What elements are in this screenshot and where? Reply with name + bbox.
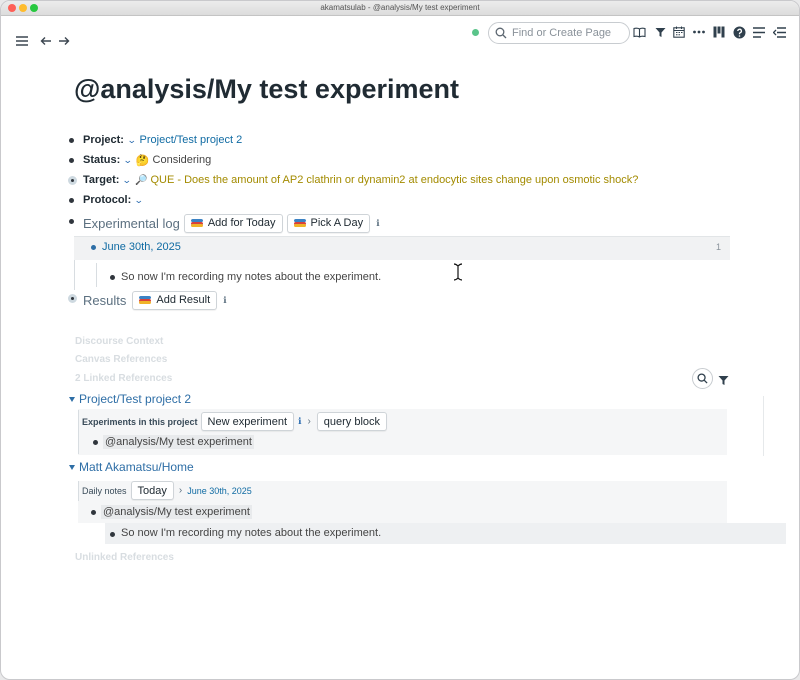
experiments-query-row: Experiments in this project New experime… [82,412,388,431]
search-box[interactable]: Find or Create Page [488,22,630,44]
roam-logo-icon [139,296,152,304]
indent-guide [74,260,75,290]
today-button[interactable]: Today [130,481,174,500]
bullet[interactable] [69,138,74,143]
divider [763,396,764,456]
attribute-label: Protocol: [83,194,132,206]
linked-references-heading[interactable]: 2 Linked References [75,373,172,384]
results-row: Results Add Result ℹ [83,290,227,310]
button-label: Add Result [156,294,211,306]
info-icon[interactable]: ℹ [223,295,226,306]
attribute-label: Target: [83,174,120,186]
search-placeholder: Find or Create Page [512,27,612,39]
book-icon[interactable] [632,25,646,39]
search-icon [495,27,507,39]
indent-guide [96,263,97,287]
top-bar: Find or Create Page [1,16,799,50]
query-block-button[interactable]: query block [316,412,388,431]
log-note-block[interactable]: So now I'm recording my notes about the … [121,271,381,283]
caret-down-icon[interactable] [69,397,75,402]
collapsed-bullet[interactable] [68,176,77,185]
daily-notes-breadcrumb: Daily notes Today › June 30th, 2025 [82,481,252,500]
arrow-right-icon: › [307,416,311,427]
bullet[interactable] [69,158,74,163]
calendar-icon[interactable] [672,25,686,39]
new-experiment-button[interactable]: New experiment [200,412,295,431]
search-icon [697,373,708,384]
experimental-log-heading: Experimental log [83,215,180,231]
button-label: Pick A Day [310,217,364,229]
indent-guide [78,410,79,454]
info-icon[interactable]: ℹ [298,416,301,427]
ref-child-block[interactable]: So now I'm recording my notes about the … [121,527,381,539]
attribute-label: Status: [83,154,121,166]
filter-icon[interactable] [718,373,729,391]
attribute-row-target: Target: ⌄ 🔎 QUE - Does the amount of AP2… [83,171,638,189]
query-label: Experiments in this project [82,416,198,427]
arrow-right-icon: › [178,485,183,496]
help-icon[interactable] [732,25,746,39]
status-value[interactable]: Considering [153,154,212,166]
bullet[interactable] [93,440,98,445]
right-sidebar-icon[interactable] [772,25,786,39]
project-link[interactable]: Project/Test project 2 [140,134,243,146]
collapsed-bullet[interactable] [68,294,77,303]
attribute-row-protocol: Protocol: ⌄ [83,191,147,209]
filter-icon[interactable] [653,25,667,39]
results-heading: Results [83,292,127,308]
indent-guide [78,481,79,501]
chevron-down-icon[interactable]: ⌄ [123,155,133,166]
ref-page-block[interactable]: @analysis/My test experiment [101,505,252,519]
bullet[interactable] [69,219,74,224]
pick-a-day-button[interactable]: Pick A Day [286,213,371,233]
canvas-references-heading[interactable]: Canvas References [75,354,167,365]
magnifier-emoji-icon: 🔎 [135,174,148,186]
bullet[interactable] [91,245,96,250]
roam-logo-icon [293,219,306,227]
bullet[interactable] [110,275,115,280]
sidebar-columns-icon[interactable] [712,25,726,39]
unlinked-references-heading[interactable]: Unlinked References [75,552,174,563]
attribute-row-status: Status: ⌄ 🤔 Considering [83,151,211,169]
window-title: akamatsulab - @analysis/My test experime… [320,3,480,12]
experimental-log-row: Experimental log Add for Today Pick A Da… [83,213,380,233]
back-arrow-icon[interactable] [37,32,55,50]
add-result-button[interactable]: Add Result [132,290,218,310]
title-bar: akamatsulab - @analysis/My test experime… [1,1,799,16]
page-title[interactable]: @analysis/My test experiment [74,74,459,105]
query-result-page[interactable]: @analysis/My test experiment [103,435,254,449]
attribute-label: Project: [83,134,124,146]
attribute-row-project: Project: ⌄ Project/Test project 2 [83,131,242,149]
reference-count[interactable]: 1 [716,242,721,252]
forward-arrow-icon[interactable] [55,32,73,50]
bullet[interactable] [69,198,74,203]
chevron-down-icon[interactable]: ⌄ [122,175,132,186]
target-question-link[interactable]: QUE - Does the amount of AP2 clathrin or… [150,174,638,186]
chevron-down-icon[interactable]: ⌄ [134,195,144,206]
ref-group-title-project[interactable]: Project/Test project 2 [79,392,191,406]
roam-logo-icon [190,219,203,227]
caret-down-icon[interactable] [69,465,75,470]
align-lines-icon[interactable] [752,25,766,39]
bullet[interactable] [91,510,96,515]
sync-status-dot [472,29,479,36]
add-for-today-button[interactable]: Add for Today [183,213,283,233]
breadcrumb-date-link[interactable]: June 30th, 2025 [187,486,252,496]
info-icon[interactable]: ℹ [376,218,379,229]
more-options-icon[interactable] [692,25,706,39]
menu-icon[interactable] [13,32,31,50]
log-date-link[interactable]: June 30th, 2025 [102,241,181,253]
ref-group-title-home[interactable]: Matt Akamatsu/Home [79,460,194,474]
search-references-button[interactable] [692,368,713,389]
discourse-context-heading[interactable]: Discourse Context [75,336,163,347]
breadcrumb-label: Daily notes [82,485,127,496]
text-cursor-icon [453,263,463,281]
app-window: akamatsulab - @analysis/My test experime… [0,0,800,680]
thinking-emoji-icon: 🤔 [135,154,150,167]
chevron-down-icon[interactable]: ⌄ [127,135,137,146]
bullet[interactable] [110,532,115,537]
button-label: Add for Today [207,217,276,229]
